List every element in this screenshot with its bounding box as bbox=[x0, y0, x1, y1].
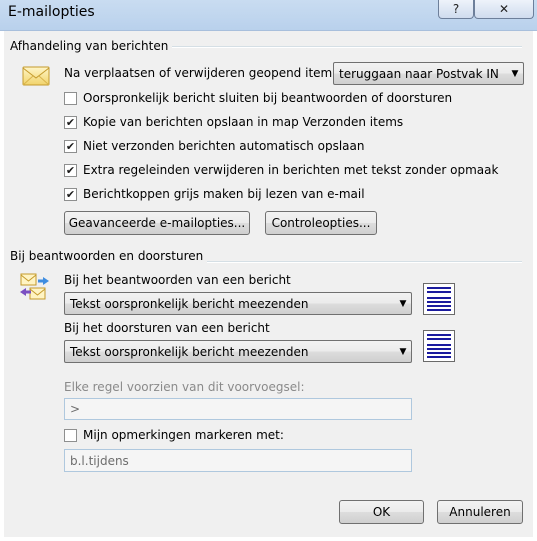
checkmark-icon: ✔ bbox=[65, 140, 76, 153]
label-mark-comments: Mijn opmerkingen markeren met: bbox=[83, 428, 284, 442]
label-gray-headers: Berichtkoppen grijs maken bij lezen van … bbox=[83, 187, 365, 201]
checkbox-gray-headers[interactable]: ✔ bbox=[64, 188, 77, 201]
label-remove-linebreaks: Extra regeleinden verwijderen in bericht… bbox=[83, 163, 499, 177]
forward-select[interactable]: Tekst oorspronkelijk bericht meezenden ▼ bbox=[64, 340, 412, 363]
prefix-input[interactable]: > bbox=[64, 398, 412, 420]
checkbox-save-sent[interactable]: ✔ bbox=[64, 116, 77, 129]
close-icon: ✕ bbox=[498, 2, 510, 16]
label-close-original: Oorspronkelijk bericht sluiten bij beant… bbox=[83, 91, 453, 105]
help-icon: ? bbox=[452, 2, 460, 16]
checkmark-icon: ✔ bbox=[65, 116, 76, 129]
reply-forward-icon bbox=[18, 272, 50, 307]
checkbox-close-original[interactable] bbox=[64, 92, 77, 105]
prefix-label: Elke regel voorzien van dit voorvoegsel: bbox=[64, 380, 305, 394]
reply-select[interactable]: Tekst oorspronkelijk bericht meezenden ▼ bbox=[64, 292, 412, 315]
forward-label: Bij het doorsturen van een bericht bbox=[64, 321, 270, 335]
tracking-options-button[interactable]: Controleopties... bbox=[265, 211, 377, 235]
chevron-down-icon: ▼ bbox=[399, 346, 407, 357]
window-title: E-mailopties bbox=[8, 4, 95, 20]
chevron-down-icon: ▼ bbox=[511, 68, 519, 79]
label-autosave: Niet verzonden berichten automatisch ops… bbox=[83, 139, 365, 153]
close-button[interactable]: ✕ bbox=[474, 0, 534, 19]
chevron-down-icon: ▼ bbox=[399, 298, 407, 309]
checkbox-autosave[interactable]: ✔ bbox=[64, 140, 77, 153]
mark-comments-input[interactable]: b.l.tijdens bbox=[64, 449, 412, 472]
forward-preview-icon bbox=[423, 330, 455, 362]
move-action-value: teruggaan naar Postvak IN bbox=[339, 66, 499, 81]
checkbox-mark-comments[interactable] bbox=[64, 429, 77, 442]
group-label-handling: Afhandeling van berichten bbox=[10, 39, 173, 53]
checkbox-remove-linebreaks[interactable]: ✔ bbox=[64, 164, 77, 177]
group-label-reply: Bij beantwoorden en doorsturen bbox=[10, 249, 208, 263]
title-bar: E-mailopties ? ✕ bbox=[0, 0, 537, 31]
advanced-email-options-button[interactable]: Geavanceerde e-mailopties... bbox=[64, 211, 250, 235]
envelope-icon bbox=[22, 65, 50, 90]
help-button[interactable]: ? bbox=[438, 0, 474, 19]
label-save-sent: Kopie van berichten opslaan in map Verzo… bbox=[83, 115, 404, 129]
cancel-button[interactable]: Annuleren bbox=[437, 500, 523, 524]
move-action-label: Na verplaatsen of verwijderen geopend it… bbox=[64, 66, 337, 80]
checkmark-icon: ✔ bbox=[65, 164, 76, 177]
reply-preview-icon bbox=[423, 283, 455, 315]
ok-button[interactable]: OK bbox=[339, 500, 424, 524]
reply-label: Bij het beantwoorden van een bericht bbox=[64, 273, 291, 287]
checkmark-icon: ✔ bbox=[65, 188, 76, 201]
reply-value: Tekst oorspronkelijk bericht meezenden bbox=[70, 296, 309, 311]
forward-value: Tekst oorspronkelijk bericht meezenden bbox=[70, 344, 309, 359]
move-action-select[interactable]: teruggaan naar Postvak IN ▼ bbox=[333, 62, 524, 85]
